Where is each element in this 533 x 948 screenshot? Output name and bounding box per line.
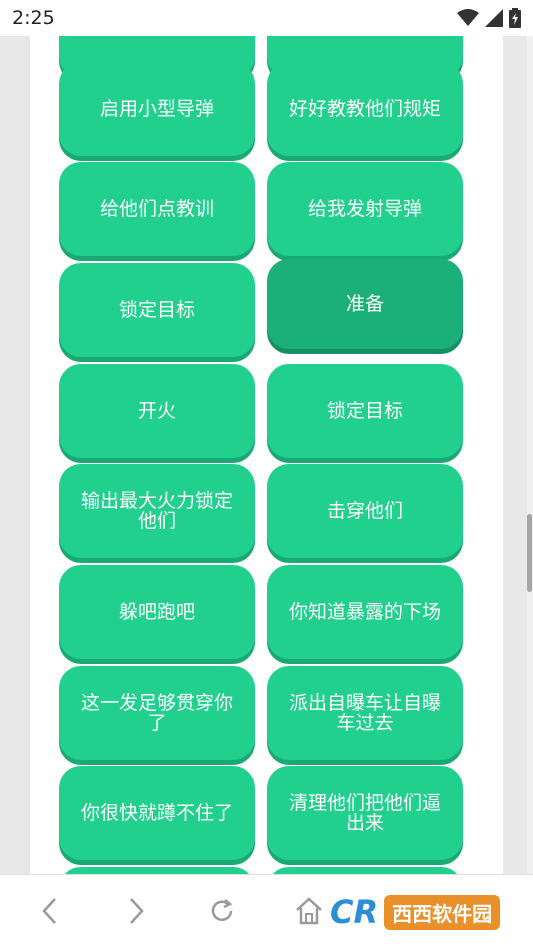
button-label: 锁定目标 bbox=[326, 400, 403, 422]
button-label: 开火 bbox=[137, 400, 176, 422]
button-label: 派出自曝车让自曝车过去 bbox=[288, 692, 441, 734]
button-label: 好好教教他们规矩 bbox=[288, 98, 441, 120]
reload-icon bbox=[211, 899, 233, 921]
button-label: 你很快就蹲不住了 bbox=[80, 802, 233, 824]
chevron-right-icon bbox=[130, 898, 144, 924]
status-icons bbox=[457, 8, 521, 28]
status-time: 2:25 bbox=[12, 7, 55, 29]
button-label: 输出最大火力锁定他们 bbox=[80, 490, 233, 532]
back-button[interactable] bbox=[32, 893, 68, 929]
scrollbar-thumb[interactable] bbox=[527, 514, 532, 592]
command-button[interactable]: 输出最大火力锁定他们 bbox=[59, 464, 255, 558]
button-label: 给他们点教训 bbox=[99, 198, 214, 220]
reload-button[interactable] bbox=[204, 893, 240, 929]
command-button[interactable]: 锁定目标 bbox=[59, 263, 255, 357]
command-button[interactable]: 派出自曝车让自曝车过去 bbox=[267, 666, 463, 760]
button-label: 锁定目标 bbox=[118, 299, 195, 321]
forward-button[interactable] bbox=[118, 893, 154, 929]
home-button[interactable] bbox=[291, 893, 327, 929]
command-button-pressed[interactable]: 准备 bbox=[267, 259, 463, 349]
command-button[interactable]: 躲吧跑吧 bbox=[59, 565, 255, 659]
button-label: 击穿他们 bbox=[326, 500, 403, 522]
button-label: 清理他们把他们逼出来 bbox=[288, 792, 441, 834]
battery-icon bbox=[509, 8, 521, 28]
web-page-content: 启用小型导弹 好好教教他们规矩 给他们点教训 给我发射导弹 锁定目标 准备 开火… bbox=[30, 36, 503, 874]
command-button[interactable]: 清理他们把他们逼出来 bbox=[267, 766, 463, 860]
command-button[interactable]: 击穿他们 bbox=[267, 464, 463, 558]
signal-icon bbox=[485, 9, 503, 27]
command-button[interactable] bbox=[267, 867, 463, 874]
command-button[interactable]: 给我发射导弹 bbox=[267, 162, 463, 256]
status-bar: 2:25 bbox=[0, 0, 533, 36]
button-label: 准备 bbox=[345, 293, 384, 315]
wifi-icon bbox=[457, 9, 479, 26]
command-button[interactable]: 给他们点教训 bbox=[59, 162, 255, 256]
scrollbar-track bbox=[527, 36, 533, 874]
command-button[interactable]: 这一发足够贯穿你了 bbox=[59, 666, 255, 760]
button-label: 你知道暴露的下场 bbox=[288, 601, 441, 623]
command-button[interactable]: 启用小型导弹 bbox=[59, 62, 255, 156]
command-button[interactable]: 你知道暴露的下场 bbox=[267, 565, 463, 659]
command-button[interactable]: 你很快就蹲不住了 bbox=[59, 766, 255, 860]
button-label: 给我发射导弹 bbox=[307, 198, 422, 220]
command-button[interactable]: 锁定目标 bbox=[267, 364, 463, 458]
watermark-text: 西西软件园 bbox=[384, 894, 501, 930]
button-label: 这一发足够贯穿你了 bbox=[80, 692, 233, 734]
watermark-mark: CR bbox=[330, 893, 379, 931]
button-label: 启用小型导弹 bbox=[99, 98, 214, 120]
chevron-left-icon bbox=[42, 898, 56, 924]
home-icon bbox=[296, 897, 322, 925]
command-button[interactable]: 好好教教他们规矩 bbox=[267, 62, 463, 156]
button-label: 躲吧跑吧 bbox=[118, 601, 195, 623]
command-button[interactable]: 开火 bbox=[59, 364, 255, 458]
command-button[interactable] bbox=[59, 867, 255, 874]
watermark-logo: CR 西西软件园 bbox=[330, 884, 520, 940]
